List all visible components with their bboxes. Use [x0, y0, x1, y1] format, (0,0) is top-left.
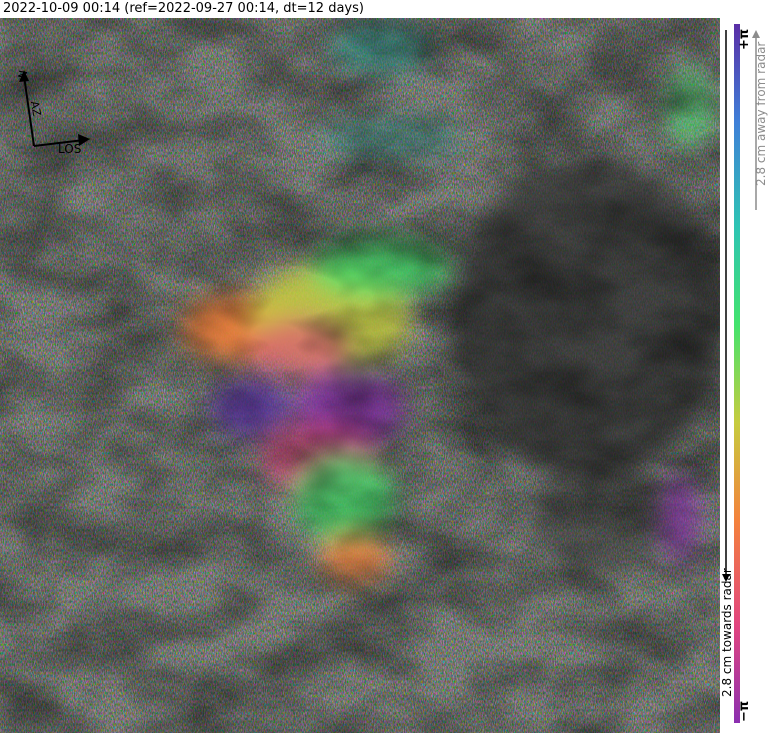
towards-arrow-icon: [722, 30, 730, 582]
compass-los-label: LOS: [58, 142, 82, 156]
away-arrow-icon: [752, 30, 760, 210]
phase-colorbar: [734, 24, 740, 723]
interferogram-image: [0, 18, 720, 733]
orientation-compass: N AZ LOS: [16, 66, 98, 166]
colorbar-towards-label: 2.8 cm towards radar: [720, 568, 734, 697]
image-title: 2022-10-09 00:14 (ref=2022-09-27 00:14, …: [3, 1, 364, 16]
colorbar-bottom-label: −π: [737, 700, 752, 722]
colorbar-panel: +π 2.8 cm away from radar 2.8 cm towards…: [720, 0, 768, 733]
compass-azimuth-label: AZ: [27, 99, 44, 118]
interferogram-map: N AZ LOS: [0, 18, 720, 733]
header: 2022-10-09 00:14 (ref=2022-09-27 00:14, …: [0, 0, 720, 18]
colorbar-top-label: +π: [737, 28, 752, 50]
